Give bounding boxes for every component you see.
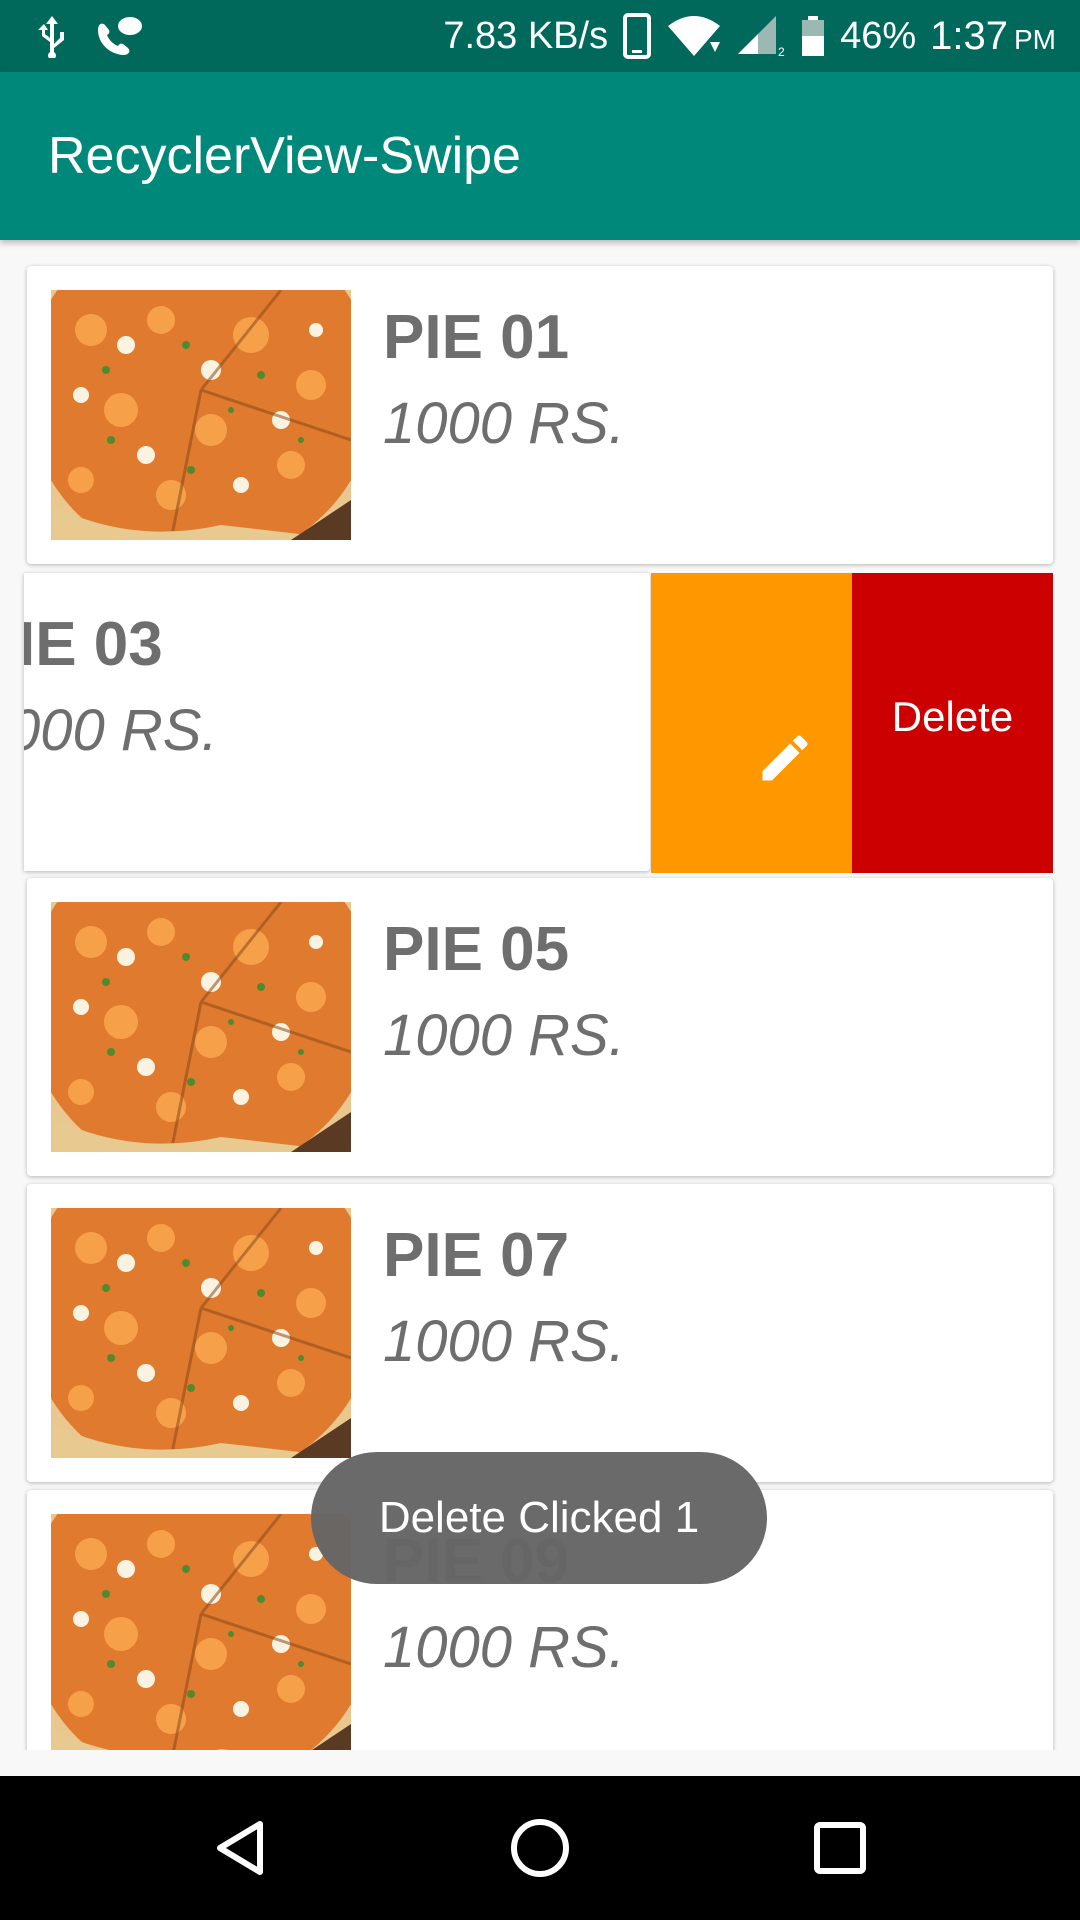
delete-label: Delete [891,693,1014,740]
list-item[interactable]: PIE 01 1000 RS. [27,266,1053,564]
pizza-image [51,290,351,540]
voicemail-icon [92,14,144,58]
navigation-bar [0,1776,1080,1920]
wifi-icon [666,14,722,58]
battery-icon [800,14,826,58]
item-price: 000 RS. [24,698,218,763]
swiped-list-item[interactable]: IE 03 000 RS. Delete [0,573,1080,873]
item-name: PIE 01 [383,303,570,372]
status-bar: 7.83 KB/s 2 46% 1:37 PM [0,0,1080,72]
svg-text:2: 2 [778,45,785,58]
item-price: 1000 RS. [383,1003,625,1068]
recents-button[interactable] [760,1776,920,1920]
pizza-image [51,1208,351,1458]
toast: Delete Clicked 1 [311,1452,767,1584]
app-bar: RecyclerView-Swipe [0,72,1080,240]
usb-icon [34,14,70,58]
edit-button[interactable] [651,573,852,873]
list-item[interactable]: PIE 07 1000 RS. [27,1184,1053,1482]
clock: 1:37 PM [930,13,1056,58]
item-price: 1000 RS. [383,1615,625,1680]
pizza-image [51,1514,351,1750]
item-price: 1000 RS. [383,391,625,456]
back-button[interactable] [160,1776,320,1920]
battery-percent: 46% [840,14,917,57]
item-name: PIE 05 [383,915,570,984]
net-speed: 7.83 KB/s [443,14,609,57]
recents-icon [814,1822,866,1874]
phone-icon [622,12,652,60]
home-button[interactable] [460,1776,620,1920]
app-title: RecyclerView-Swipe [48,127,521,185]
item-price: 1000 RS. [383,1309,625,1374]
pizza-image [51,902,351,1152]
back-icon [217,1821,263,1875]
delete-button[interactable]: Delete [852,573,1053,873]
pencil-icon [762,735,808,781]
signal-icon: 2 [736,14,786,58]
item-name: IE 03 [24,610,163,679]
item-name: PIE 07 [383,1221,570,1290]
toast-text: Delete Clicked 1 [378,1493,700,1542]
home-icon [511,1819,569,1877]
list-item[interactable]: IE 03 000 RS. [24,573,650,871]
list-item[interactable]: PIE 05 1000 RS. [27,878,1053,1176]
